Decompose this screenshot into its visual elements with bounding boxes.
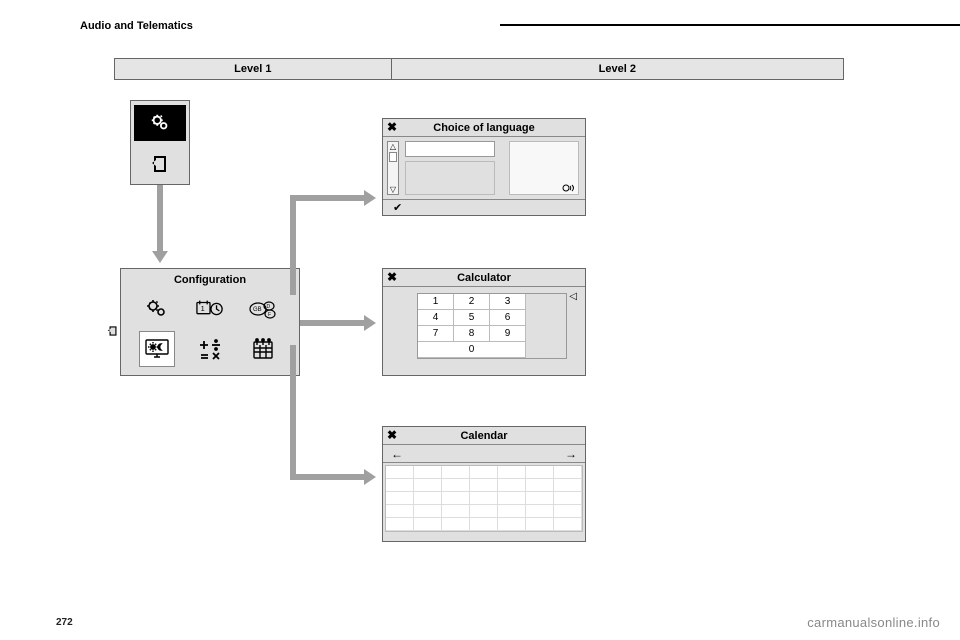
calculator-panel: ✖ Calculator ◁ 1 2 3 4 5 6 7 8 9 0 — [382, 268, 586, 376]
flow-arrow — [157, 185, 163, 253]
scroll-down-icon: ▽ — [390, 185, 396, 194]
next-month-button[interactable]: → — [565, 447, 577, 461]
level-header-bar: Level 1 Level 2 — [114, 58, 844, 80]
key-2[interactable]: 2 — [454, 294, 490, 310]
flow-arrow — [290, 195, 366, 201]
key-3[interactable]: 3 — [490, 294, 526, 310]
configuration-title: Configuration — [121, 271, 299, 289]
key-0[interactable]: 0 — [418, 342, 526, 358]
prev-month-button[interactable]: ← — [391, 447, 403, 461]
backspace-button[interactable]: ◁ — [569, 291, 577, 302]
date-time-icon: 1 — [196, 297, 224, 321]
language-gbdf-icon: GB D F — [248, 298, 278, 320]
gears-icon — [145, 297, 169, 321]
close-button[interactable]: ✖ — [387, 120, 397, 134]
flow-arrow — [290, 195, 296, 295]
key-4[interactable]: 4 — [418, 310, 454, 326]
flow-arrow — [290, 345, 296, 480]
language-selected-item[interactable] — [405, 141, 495, 157]
level-2-header: Level 2 — [392, 59, 843, 79]
back-button[interactable] — [140, 147, 180, 181]
key-9[interactable]: 9 — [490, 326, 526, 342]
header-rule — [500, 24, 960, 26]
flow-arrowhead — [364, 469, 376, 485]
flow-arrowhead — [152, 251, 168, 263]
section-header: Audio and Telematics — [80, 20, 193, 32]
calendar-icon — [251, 337, 275, 361]
config-item-brightness[interactable] — [139, 331, 175, 367]
speak-icon — [562, 183, 576, 193]
language-panel: ✖ Choice of language △ ▽ ✔ — [382, 118, 586, 216]
config-item-calendar[interactable] — [245, 331, 281, 367]
flow-arrowhead — [364, 190, 376, 206]
config-item-date-time[interactable]: 1 — [192, 291, 228, 327]
gear-button-dark[interactable] — [134, 105, 186, 141]
calendar-panel: ✖ Calendar ← → — [382, 426, 586, 542]
svg-text:F: F — [268, 312, 271, 318]
svg-text:D: D — [267, 304, 271, 310]
scroll-thumb[interactable] — [389, 152, 397, 162]
configuration-panel: Configuration 1 — [120, 268, 300, 376]
close-button[interactable]: ✖ — [387, 270, 397, 284]
back-into-screen-icon[interactable] — [106, 324, 120, 338]
key-7[interactable]: 7 — [418, 326, 454, 342]
language-title: Choice of language — [383, 122, 585, 134]
key-6[interactable]: 6 — [490, 310, 526, 326]
calculator-title: Calculator — [383, 272, 585, 284]
close-button[interactable]: ✖ — [387, 428, 397, 442]
flow-arrow — [290, 474, 366, 480]
back-into-screen-icon — [148, 152, 172, 176]
key-1[interactable]: 1 — [418, 294, 454, 310]
scroll-up-icon: △ — [390, 142, 396, 151]
start-panel — [130, 100, 190, 185]
watermark: carmanualsonline.info — [807, 615, 940, 630]
config-item-settings[interactable] — [139, 291, 175, 327]
level-1-header: Level 1 — [115, 59, 392, 79]
key-5[interactable]: 5 — [454, 310, 490, 326]
check-icon: ✔ — [393, 201, 402, 214]
page-number: 272 — [56, 617, 73, 628]
language-list[interactable] — [405, 161, 495, 195]
calendar-grid[interactable] — [385, 465, 583, 532]
flow-arrowhead — [364, 315, 376, 331]
calculator-ops-icon — [198, 337, 222, 361]
svg-text:1: 1 — [201, 304, 205, 313]
gear-icon — [149, 112, 171, 134]
flow-arrow — [300, 320, 366, 326]
confirm-bar[interactable]: ✔ — [383, 199, 585, 215]
scrollbar[interactable]: △ ▽ — [387, 141, 399, 195]
key-8[interactable]: 8 — [454, 326, 490, 342]
calendar-title: Calendar — [383, 430, 585, 442]
config-item-calculator[interactable] — [192, 331, 228, 367]
svg-text:GB: GB — [253, 307, 262, 313]
calculator-keypad: 1 2 3 4 5 6 7 8 9 0 — [417, 293, 567, 359]
config-item-language[interactable]: GB D F — [245, 291, 281, 327]
brightness-monitor-icon — [144, 337, 170, 361]
language-preview — [509, 141, 579, 195]
